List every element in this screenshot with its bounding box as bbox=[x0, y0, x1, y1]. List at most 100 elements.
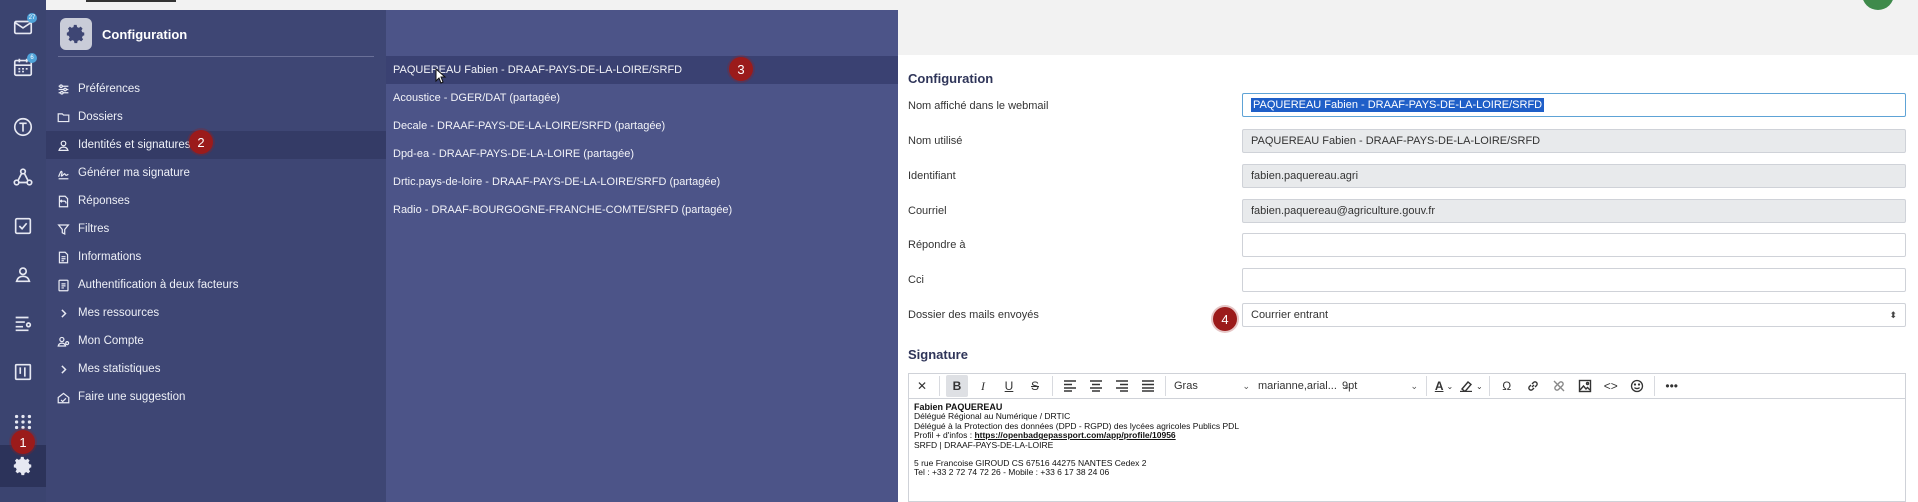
underline-icon[interactable]: U bbox=[998, 375, 1020, 397]
menu-item-label: Mes ressources bbox=[78, 307, 160, 319]
reply-to-field[interactable] bbox=[1242, 233, 1906, 257]
settings-gear-icon[interactable] bbox=[9, 452, 37, 480]
used-name-field: PAQUEREAU Fabien - DRAAF-PAYS-DE-LA-LOIR… bbox=[1242, 129, 1906, 153]
signature-section-title: Signature bbox=[908, 347, 968, 362]
align-center-icon[interactable] bbox=[1085, 375, 1107, 397]
settings-menu-header: Configuration bbox=[60, 16, 187, 52]
toolbar-separator bbox=[1426, 376, 1427, 396]
app-rail: 27 6 bbox=[0, 0, 46, 502]
display-name-value: PAQUEREAU Fabien - DRAAF-PAYS-DE-LA-LOIR… bbox=[1251, 98, 1545, 112]
menu-item-generate-signature[interactable]: Générer ma signature bbox=[46, 159, 386, 187]
menu-item-label: Mes statistiques bbox=[78, 363, 161, 375]
more-options-icon[interactable]: ••• bbox=[1661, 375, 1683, 397]
identity-item[interactable]: Drtic.pays-de-loire - DRAAF-PAYS-DE-LA-L… bbox=[386, 168, 898, 196]
filter-icon bbox=[56, 222, 70, 236]
highlight-color-icon[interactable]: ⌄ bbox=[1459, 375, 1483, 397]
top-strip bbox=[898, 0, 1918, 55]
menu-divider bbox=[58, 56, 374, 57]
toolbar-separator bbox=[1488, 376, 1490, 396]
signature-line: SRFD | DRAAF-PAYS-DE-LA-LOIRE bbox=[914, 439, 1054, 450]
list-icon[interactable] bbox=[9, 309, 37, 337]
bcc-label: Cci bbox=[908, 274, 924, 286]
font-select[interactable]: marianne,arial... ⌄ bbox=[1254, 375, 1350, 397]
info-doc-icon bbox=[56, 250, 70, 264]
account-icon bbox=[56, 334, 70, 348]
suggestion-icon bbox=[56, 390, 70, 404]
menu-item-resources[interactable]: Mes ressources bbox=[46, 299, 386, 327]
image-icon[interactable] bbox=[1574, 375, 1596, 397]
tasks-t-icon[interactable] bbox=[9, 113, 37, 141]
checkbox-icon[interactable] bbox=[9, 212, 37, 240]
format-select-value: Gras bbox=[1174, 380, 1198, 392]
mail-badge: 27 bbox=[27, 13, 37, 23]
align-left-icon[interactable] bbox=[1059, 375, 1081, 397]
calendar-badge: 6 bbox=[27, 53, 37, 63]
special-char-icon[interactable]: Ω bbox=[1496, 375, 1518, 397]
align-right-icon[interactable] bbox=[1111, 375, 1133, 397]
calendar-icon[interactable]: 6 bbox=[9, 53, 37, 81]
menu-item-label: Mon Compte bbox=[78, 335, 144, 347]
user-icon bbox=[56, 138, 70, 152]
mail-icon[interactable]: 27 bbox=[9, 13, 37, 41]
settings-menu: Configuration Préférences Dossiers Ident… bbox=[46, 10, 386, 502]
signature-profile-prefix: Profil + d'infos : bbox=[914, 430, 975, 441]
align-justify-icon[interactable] bbox=[1137, 375, 1159, 397]
menu-item-label: Dossiers bbox=[78, 111, 123, 123]
board-icon[interactable] bbox=[9, 358, 37, 386]
format-select[interactable]: Gras ⌄ bbox=[1170, 375, 1254, 397]
identifier-field: fabien.paquereau.agri bbox=[1242, 164, 1906, 188]
sent-folder-select[interactable]: Courrier entrant ⬍ bbox=[1242, 303, 1906, 327]
sent-folder-value: Courrier entrant bbox=[1251, 309, 1329, 321]
italic-icon[interactable]: I bbox=[972, 375, 994, 397]
step-marker-3: 3 bbox=[729, 57, 753, 81]
toolbar-separator bbox=[939, 376, 940, 396]
signature-editor[interactable]: Fabien PAQUEREAU Délégué Régional au Num… bbox=[908, 399, 1906, 502]
contacts-icon[interactable] bbox=[9, 260, 37, 288]
close-icon[interactable]: ✕ bbox=[911, 375, 933, 397]
chevron-down-icon: ⌄ bbox=[1410, 380, 1418, 391]
size-select[interactable]: 9pt ⌄ bbox=[1338, 375, 1422, 397]
step-marker-1: 1 bbox=[11, 430, 35, 454]
share-icon[interactable] bbox=[9, 163, 37, 191]
toolbar-separator bbox=[1165, 376, 1166, 396]
signature-profile-link[interactable]: https://openbadgepassport.com/app/profil… bbox=[974, 430, 1175, 440]
identity-item[interactable]: Dpd-ea - DRAAF-PAYS-DE-LA-LOIRE (partagé… bbox=[386, 140, 898, 168]
menu-item-label: Identités et signatures bbox=[78, 139, 191, 151]
menu-item-identities[interactable]: Identités et signatures bbox=[46, 131, 386, 159]
menu-item-statistics[interactable]: Mes statistiques bbox=[46, 355, 386, 383]
text-color-icon[interactable]: A ⌄ bbox=[1433, 375, 1455, 397]
menu-item-suggestion[interactable]: Faire une suggestion bbox=[46, 383, 386, 411]
menu-item-folders[interactable]: Dossiers bbox=[46, 103, 386, 131]
identity-item[interactable]: Acoustice - DGER/DAT (partagée) bbox=[386, 84, 898, 112]
top-strip-left bbox=[46, 0, 898, 10]
menu-item-filters[interactable]: Filtres bbox=[46, 215, 386, 243]
strikethrough-icon[interactable]: S bbox=[1024, 375, 1046, 397]
settings-header-gear-icon bbox=[60, 18, 92, 50]
menu-item-replies[interactable]: Réponses bbox=[46, 187, 386, 215]
settings-menu-list: Préférences Dossiers Identités et signat… bbox=[46, 75, 386, 411]
reply-to-label: Répondre à bbox=[908, 239, 966, 251]
menu-item-informations[interactable]: Informations bbox=[46, 243, 386, 271]
menu-item-label: Réponses bbox=[78, 195, 130, 207]
identity-item[interactable]: Radio - DRAAF-BOURGOGNE-FRANCHE-COMTE/SR… bbox=[386, 196, 898, 224]
code-icon[interactable]: <> bbox=[1600, 375, 1622, 397]
bcc-field[interactable] bbox=[1242, 268, 1906, 292]
chevron-right-icon bbox=[56, 362, 70, 376]
chevron-right-icon bbox=[56, 306, 70, 320]
link-icon[interactable] bbox=[1522, 375, 1544, 397]
menu-item-account[interactable]: Mon Compte bbox=[46, 327, 386, 355]
menu-item-preferences[interactable]: Préférences bbox=[46, 75, 386, 103]
unlink-icon[interactable] bbox=[1548, 375, 1570, 397]
identities-list: PAQUEREAU Fabien - DRAAF-PAYS-DE-LA-LOIR… bbox=[386, 10, 898, 502]
emoji-icon[interactable] bbox=[1626, 375, 1648, 397]
identifier-label: Identifiant bbox=[908, 170, 956, 182]
email-label: Courriel bbox=[908, 205, 947, 217]
chevron-down-icon: ⌄ bbox=[1242, 380, 1250, 391]
display-name-field[interactable]: PAQUEREAU Fabien - DRAAF-PAYS-DE-LA-LOIR… bbox=[1242, 93, 1906, 117]
identity-item[interactable]: Decale - DRAAF-PAYS-DE-LA-LOIRE/SRFD (pa… bbox=[386, 112, 898, 140]
menu-item-two-factor[interactable]: Authentification à deux facteurs bbox=[46, 271, 386, 299]
identity-item[interactable]: PAQUEREAU Fabien - DRAAF-PAYS-DE-LA-LOIR… bbox=[386, 56, 898, 84]
sent-folder-label: Dossier des mails envoyés bbox=[908, 309, 1039, 321]
bold-icon[interactable]: B bbox=[946, 375, 968, 397]
signature-icon bbox=[56, 166, 70, 180]
